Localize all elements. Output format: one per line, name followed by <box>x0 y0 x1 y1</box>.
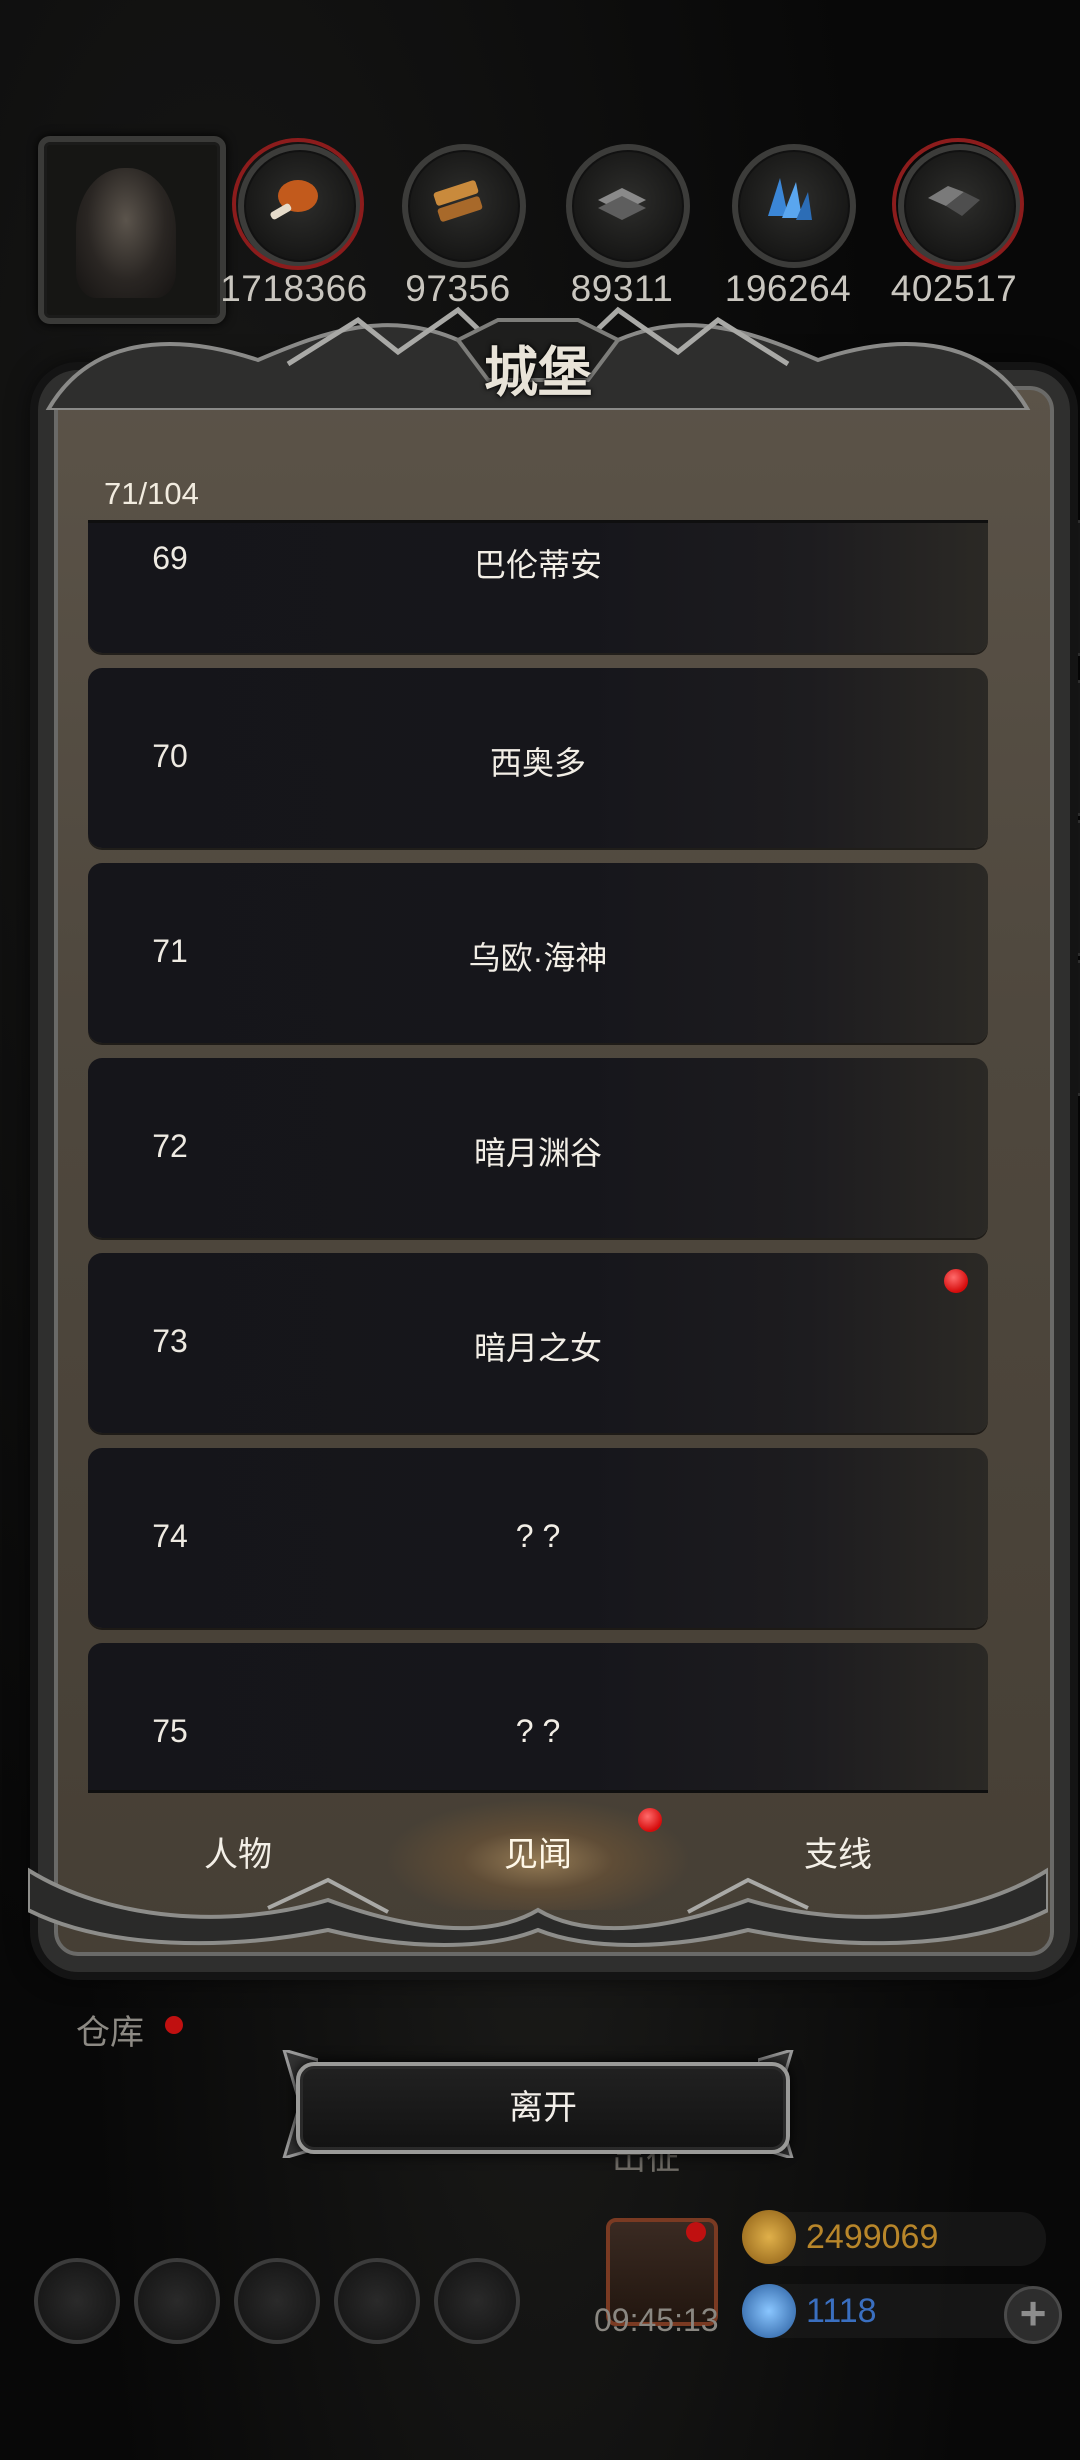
mail-icon[interactable] <box>334 2258 420 2344</box>
item-name: 暗月渊谷 <box>473 1135 602 1171</box>
item-index: 73 <box>152 1323 188 1359</box>
puzzle-icon[interactable] <box>434 2258 520 2344</box>
gem-value: 1118 <box>806 2292 877 2330</box>
item-name: 西奥多 <box>489 745 586 781</box>
gem-icon <box>742 2284 796 2338</box>
item-index: 75 <box>152 1713 188 1749</box>
item-name: 巴伦蒂安 <box>473 547 602 583</box>
item-index: 69 <box>152 540 188 576</box>
castle-dialog: 城堡 71/104 69 巴伦蒂安 70 西奥多 71 乌欧·海神 72 暗月渊… <box>28 306 1070 1972</box>
wood-icon <box>433 180 483 222</box>
item-index: 71 <box>152 933 188 969</box>
stone-icon <box>928 186 980 216</box>
item-index: 74 <box>152 1518 188 1554</box>
item-index: 72 <box>152 1128 188 1164</box>
gold-value: 2499069 <box>806 2218 939 2256</box>
list-item[interactable]: 71 乌欧·海神 <box>88 863 988 1043</box>
alert-dot <box>944 1269 968 1293</box>
divider <box>88 1790 988 1793</box>
progress-counter: 71/104 <box>104 476 199 511</box>
item-index: 70 <box>152 738 188 774</box>
dialog-title: 城堡 <box>484 340 592 404</box>
item-name: 暗月之女 <box>473 1330 602 1366</box>
list-item[interactable]: 74 ? ? <box>88 1448 988 1628</box>
item-name: ? ? <box>515 1713 561 1749</box>
item-name: ? ? <box>515 1518 561 1554</box>
resource-bar: 1718366 97356 89311 196264 402517 <box>0 130 1080 324</box>
warehouse-label[interactable]: 仓库 <box>76 2005 144 2054</box>
list-item[interactable]: 72 暗月渊谷 <box>88 1058 988 1238</box>
alert-dot <box>638 1808 662 1832</box>
iron-icon <box>598 188 646 220</box>
dragon-ornament-bottom <box>28 1867 1048 1947</box>
settings-icon[interactable] <box>34 2258 120 2344</box>
castle-list[interactable]: 69 巴伦蒂安 70 西奥多 71 乌欧·海神 72 暗月渊谷 73 暗月之女 … <box>88 523 988 1790</box>
list-item[interactable]: 73 暗月之女 <box>88 1253 988 1433</box>
bottom-menu <box>30 2258 530 2348</box>
list-item[interactable]: 70 西奥多 <box>88 668 988 848</box>
meat-icon <box>270 180 318 220</box>
scroll-icon[interactable] <box>234 2258 320 2344</box>
alert-dot <box>165 2016 183 2034</box>
alert-dot <box>686 2222 706 2242</box>
list-item[interactable]: 69 巴伦蒂安 <box>88 523 988 653</box>
achievement-icon[interactable] <box>134 2258 220 2344</box>
item-name: 乌欧·海神 <box>468 940 608 976</box>
list-item[interactable]: 75 ? ? <box>88 1643 988 1790</box>
leave-button[interactable]: 离开 <box>296 2062 790 2154</box>
gold-coin-icon <box>742 2210 796 2264</box>
gift-timer: 09:45:13 <box>594 2302 719 2338</box>
crystal-icon <box>768 178 812 220</box>
player-avatar[interactable] <box>38 136 226 324</box>
add-currency-button[interactable]: + <box>1004 2286 1062 2344</box>
avatar-portrait <box>76 168 176 298</box>
